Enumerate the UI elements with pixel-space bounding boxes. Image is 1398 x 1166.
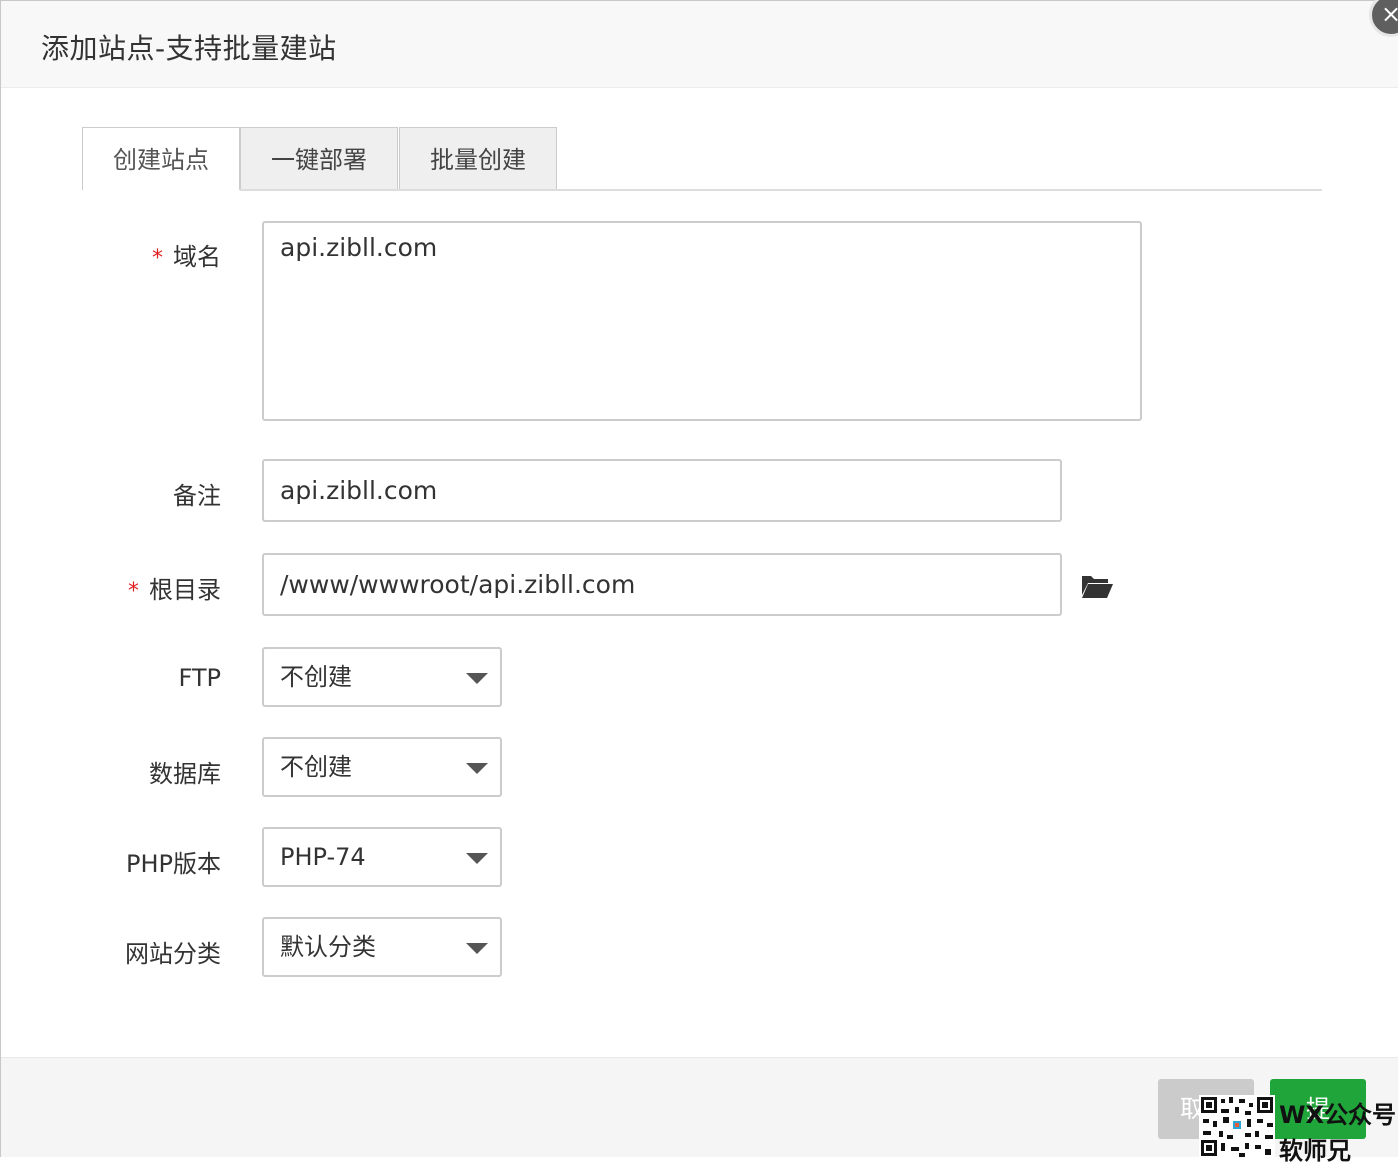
php-version-select[interactable]: PHP-74 — [262, 827, 502, 887]
watermark: WX公众号 软师兄 — [1199, 1095, 1398, 1165]
chevron-down-icon — [466, 763, 488, 774]
ftp-select[interactable]: 不创建 — [262, 647, 502, 707]
qr-code-icon — [1199, 1095, 1275, 1158]
chevron-down-icon — [466, 673, 488, 684]
root-dir-label: * 根目录 — [128, 570, 221, 605]
required-mark: * — [128, 579, 139, 604]
root-dir-input[interactable]: /www/wwwroot/api.zibll.com — [262, 553, 1062, 616]
site-category-label: 网站分类 — [125, 940, 221, 968]
tab-one-click-deploy[interactable]: 一键部署 — [240, 127, 398, 189]
ftp-label: FTP — [178, 664, 221, 692]
tab-create-site[interactable]: 创建站点 — [82, 127, 240, 191]
dialog-title: 添加站点-支持批量建站 — [41, 32, 337, 65]
watermark-line2: 软师兄 — [1279, 1137, 1351, 1165]
database-select[interactable]: 不创建 — [262, 737, 502, 797]
required-mark: * — [152, 246, 163, 271]
tab-batch-create[interactable]: 批量创建 — [399, 127, 557, 189]
site-category-select-value: 默认分类 — [280, 933, 376, 961]
add-site-dialog: 添加站点-支持批量建站 × 创建站点 一键部署 批量创建 * 域名 api.zib… — [0, 0, 1398, 1165]
domain-label-text: 域名 — [173, 243, 221, 271]
tab-bar: 创建站点 一键部署 批量创建 — [82, 127, 1322, 191]
domain-textarea[interactable]: api.zibll.com — [262, 221, 1142, 421]
dialog-header: 添加站点-支持批量建站 — [1, 1, 1398, 88]
site-category-select[interactable]: 默认分类 — [262, 917, 502, 977]
database-label: 数据库 — [149, 760, 221, 788]
database-select-value: 不创建 — [280, 753, 352, 781]
watermark-line1: WX公众号 — [1279, 1101, 1396, 1129]
chevron-down-icon — [466, 853, 488, 864]
remark-input[interactable]: api.zibll.com — [262, 459, 1062, 522]
ftp-select-value: 不创建 — [280, 663, 352, 691]
remark-label: 备注 — [173, 482, 221, 510]
chevron-down-icon — [466, 943, 488, 954]
domain-label: * 域名 — [152, 237, 221, 272]
php-version-label: PHP版本 — [126, 850, 221, 878]
root-dir-label-text: 根目录 — [149, 576, 221, 604]
php-version-select-value: PHP-74 — [280, 843, 366, 871]
folder-open-icon[interactable] — [1081, 573, 1113, 599]
